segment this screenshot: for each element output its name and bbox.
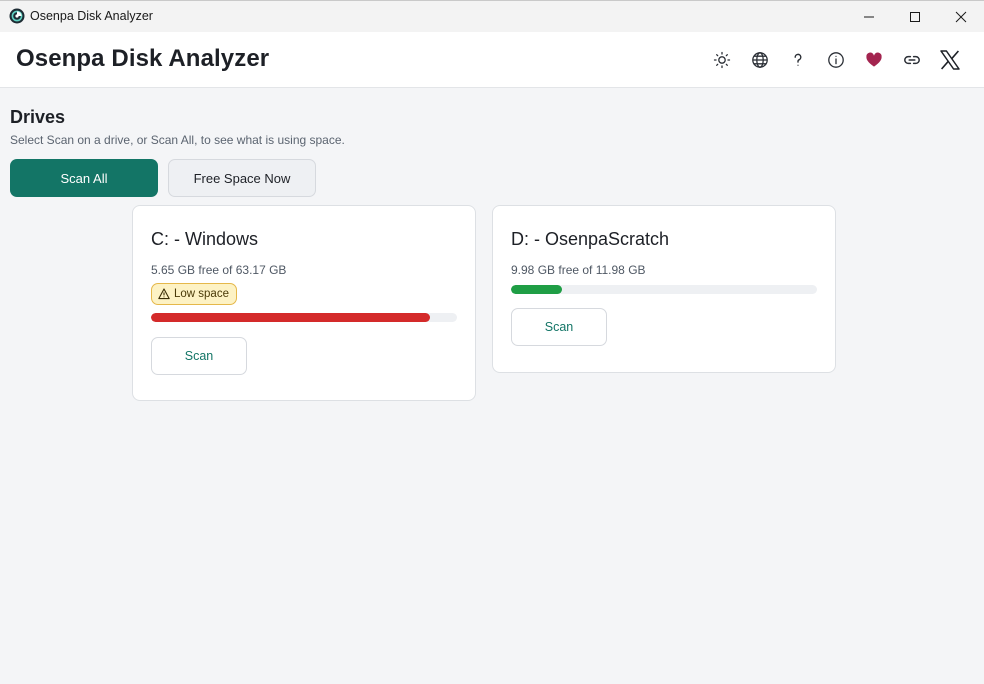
low-space-badge: Low space [151, 283, 237, 305]
x-logo-icon [940, 50, 960, 70]
app-title: Osenpa Disk Analyzer [16, 45, 270, 72]
maximize-icon [910, 11, 920, 22]
scan-drive-d-button[interactable]: Scan [511, 308, 607, 346]
drives-heading: Drives [10, 107, 66, 127]
heart-icon [866, 52, 882, 67]
info-icon [828, 52, 844, 68]
app-header: Osenpa Disk Analyzer [0, 32, 984, 88]
help-button[interactable] [785, 47, 811, 73]
drive-free-space: 5.65 GB free of 63.17 GB [151, 263, 287, 277]
link-icon [904, 55, 920, 65]
usage-bar-fill [511, 285, 563, 294]
maximize-button[interactable] [892, 1, 938, 32]
donate-button[interactable] [861, 47, 887, 73]
app-logo-icon [9, 8, 25, 24]
minimize-button[interactable] [846, 1, 892, 32]
usage-bar-fill [151, 313, 430, 322]
globe-icon [752, 52, 768, 68]
minimize-icon [864, 16, 874, 17]
info-button[interactable] [823, 47, 849, 73]
usage-bar [511, 285, 817, 294]
close-icon [955, 11, 967, 22]
drive-name: C: - Windows [151, 229, 259, 249]
scan-drive-c-button[interactable]: Scan [151, 337, 247, 375]
language-button[interactable] [747, 47, 773, 73]
scan-all-button[interactable]: Scan All [10, 159, 158, 197]
title-bar: Osenpa Disk Analyzer [0, 0, 984, 32]
free-space-now-button[interactable]: Free Space Now [168, 159, 316, 197]
x-social-button[interactable] [937, 47, 963, 73]
theme-toggle-button[interactable] [709, 47, 735, 73]
app-window: Osenpa Disk Analyzer Osenpa Disk Analyze… [0, 0, 984, 684]
drive-card-c: C: - Windows 5.65 GB free of 63.17 GB Lo… [132, 205, 476, 401]
low-space-label: Low space [174, 288, 229, 300]
drive-free-space: 9.98 GB free of 11.98 GB [511, 263, 646, 277]
usage-bar [151, 313, 457, 322]
close-button[interactable] [938, 1, 984, 32]
website-link-button[interactable] [899, 47, 925, 73]
drive-name: D: - OsenpaScratch [511, 229, 670, 249]
warning-icon [158, 288, 170, 300]
help-icon [794, 53, 802, 66]
window-title: Osenpa Disk Analyzer [30, 9, 153, 23]
drives-subtitle: Select Scan on a drive, or Scan All, to … [10, 133, 345, 147]
drive-card-d: D: - OsenpaScratch 9.98 GB free of 11.98… [492, 205, 836, 373]
sun-icon [713, 51, 731, 69]
